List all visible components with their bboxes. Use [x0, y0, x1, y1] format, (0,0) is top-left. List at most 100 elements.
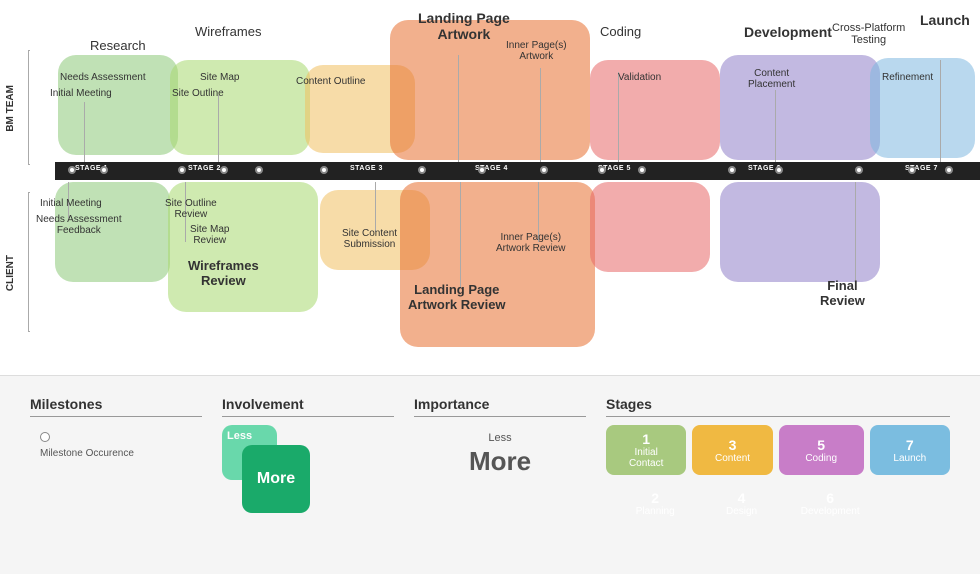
- label-inner-pages-artwork: Inner Page(s)Artwork: [506, 40, 567, 62]
- label-validation: Validation: [618, 72, 661, 83]
- stage-box-6: 6 Development: [797, 481, 864, 526]
- dot-2b: [220, 166, 228, 174]
- stage-name-3: Content: [715, 453, 750, 464]
- vline-wireframes: [218, 95, 219, 164]
- blob-stage4-client: [400, 182, 595, 347]
- label-landing-page-artwork: Landing PageArtwork: [418, 10, 510, 42]
- diagram-area: BM TEAM CLIENT STAGE 1 STAGE 2 STAGE 3 S…: [0, 0, 980, 370]
- vline-research: [84, 102, 85, 164]
- vline-below-content-sub: [375, 182, 376, 232]
- label-refinement: Refinement: [882, 72, 933, 83]
- stage-num-1: 1: [642, 431, 650, 447]
- legend-stages: Stages 1 InitialContact 3 Content 5 Codi…: [596, 396, 960, 526]
- stage-num-7: 7: [906, 437, 914, 453]
- dot-7a: [908, 166, 916, 174]
- dot-5a: [598, 166, 606, 174]
- milestone-dot-legend: [40, 432, 50, 442]
- label-content-outline: Content Outline: [296, 76, 366, 87]
- stage-box-7: 7 Launch: [870, 425, 950, 475]
- stage-label-3: STAGE 3: [350, 165, 383, 172]
- dot-6c: [855, 166, 863, 174]
- stages-legend-title: Stages: [606, 396, 950, 417]
- client-label: CLIENT: [5, 255, 16, 291]
- label-needs-assessment: Needs Assessment: [60, 72, 146, 83]
- label-wireframes: Wireframes: [195, 24, 261, 39]
- importance-title: Importance: [414, 396, 586, 417]
- label-coding: Coding: [600, 24, 641, 39]
- vline-below-landing-review: [460, 182, 461, 287]
- stage-num-5: 5: [817, 437, 825, 453]
- blob-stage2-bm: [170, 60, 310, 155]
- label-research: Research: [90, 38, 146, 53]
- dot-2c: [255, 166, 263, 174]
- label-site-map: Site Map: [200, 72, 239, 83]
- blob-stage1-bm: [58, 55, 178, 155]
- dot-7b: [945, 166, 953, 174]
- label-content-placement: ContentPlacement: [748, 68, 795, 90]
- blob-stage6-bm: [720, 55, 880, 160]
- stage-name-7: Launch: [893, 453, 926, 464]
- client-bracket-vertical: [28, 192, 30, 332]
- dot-3a: [320, 166, 328, 174]
- label-needs-assessment-feedback: Needs AssessmentFeedback: [36, 214, 122, 236]
- legend-involvement: Involvement Less More: [212, 396, 404, 530]
- bm-team-label: BM TEAM: [5, 85, 16, 132]
- vline-below-final: [855, 182, 856, 282]
- stage-num-2: 2: [651, 490, 659, 506]
- legend-importance: Importance Less More: [404, 396, 596, 477]
- label-initial-meeting-client: Initial Meeting: [40, 198, 102, 209]
- label-site-outline: Site Outline: [172, 88, 224, 99]
- stage-name-5: Coding: [805, 453, 837, 464]
- legend-area: Milestones Milestone Occurence Involveme…: [0, 375, 980, 574]
- stage-num-6: 6: [826, 490, 834, 506]
- importance-visual: Less More: [414, 432, 586, 477]
- blob-stage6-client: [720, 182, 880, 282]
- stage-box-3: 3 Content: [692, 425, 772, 475]
- dot-2a: [178, 166, 186, 174]
- milestone-occurrence-label: Milestone Occurence: [40, 448, 134, 459]
- dot-5b: [638, 166, 646, 174]
- stage-label-2: STAGE 2: [188, 165, 221, 172]
- label-wireframes-review: WireframesReview: [188, 258, 259, 288]
- vline-inner-pages: [540, 68, 541, 164]
- stage-box-2: 2 Planning: [624, 481, 686, 526]
- dot-4b: [478, 166, 486, 174]
- stage-num-3: 3: [729, 437, 737, 453]
- dot-6a: [728, 166, 736, 174]
- dot-4c: [540, 166, 548, 174]
- label-cross-platform: Cross-PlatformTesting: [832, 22, 905, 46]
- label-launch: Launch: [920, 12, 970, 28]
- label-inner-pages-review: Inner Page(s)Artwork Review: [496, 232, 565, 254]
- involvement-title: Involvement: [222, 396, 394, 417]
- importance-less-label: Less: [488, 432, 511, 444]
- label-site-outline-review: Site OutlineReview: [165, 198, 217, 220]
- vline-landing: [458, 55, 459, 164]
- label-initial-meeting-bm: Initial Meeting: [50, 88, 112, 99]
- bm-team-bracket-vertical: [28, 50, 30, 165]
- label-final-review: FinalReview: [820, 278, 865, 308]
- blob-stage5-client: [590, 182, 710, 272]
- stage-num-4: 4: [738, 490, 746, 506]
- dot-1b: [100, 166, 108, 174]
- stage-box-5: 5 Coding: [779, 425, 864, 475]
- dot-6b: [775, 166, 783, 174]
- stage-name-6: Development: [801, 506, 860, 517]
- stage-name-2: Planning: [636, 506, 675, 517]
- involvement-more-box: More: [242, 445, 310, 513]
- vline-launch: [940, 60, 941, 164]
- stage-name-1: InitialContact: [629, 447, 663, 469]
- legend-milestones: Milestones Milestone Occurence: [20, 396, 212, 459]
- stage-name-4: Design: [726, 506, 757, 517]
- vline-coding: [618, 72, 619, 164]
- dot-1a: [68, 166, 76, 174]
- label-site-content-submission: Site ContentSubmission: [342, 228, 397, 250]
- importance-more-label: More: [469, 446, 531, 477]
- label-development: Development: [744, 24, 832, 40]
- label-landing-page-review: Landing PageArtwork Review: [408, 282, 506, 312]
- milestones-title: Milestones: [30, 396, 202, 417]
- dot-4a: [418, 166, 426, 174]
- stage-box-4: 4 Design: [710, 481, 772, 526]
- stage-box-1: 1 InitialContact: [606, 425, 686, 475]
- label-site-map-review: Site MapReview: [190, 224, 229, 246]
- vline-development: [775, 90, 776, 164]
